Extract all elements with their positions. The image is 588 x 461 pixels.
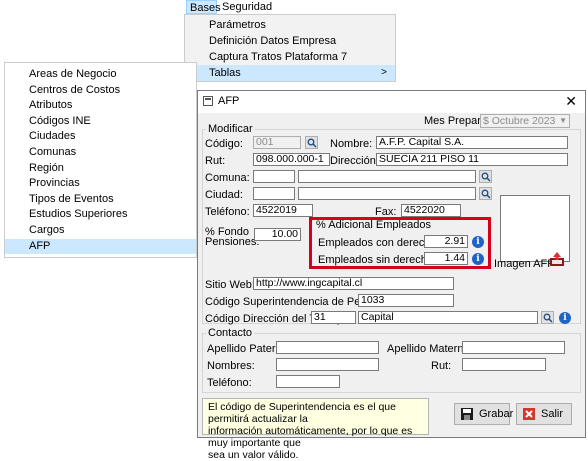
tablas-item-tipos-de-eventos[interactable]: Tipos de Eventos xyxy=(5,192,196,208)
rut-label: Rut: xyxy=(205,155,226,167)
tablas-submenu: Areas de Negocio Centros de Costos Atrib… xyxy=(4,62,197,258)
search-icon xyxy=(307,138,317,148)
exit-icon xyxy=(523,408,535,420)
superintendencia-hint: El código de Superintendencia es el que … xyxy=(202,398,429,461)
close-icon[interactable]: ✕ xyxy=(565,93,577,110)
menu-item-definicion-datos-empresa[interactable]: Definición Datos Empresa xyxy=(185,33,395,49)
hint-line: información automáticamente, por lo que … xyxy=(208,425,413,449)
ciudad-search-button[interactable] xyxy=(479,187,492,200)
contacto-group-title: Contacto xyxy=(206,327,255,339)
codigo-label: Código: xyxy=(205,138,243,150)
comuna-search-button[interactable] xyxy=(479,170,492,183)
contacto-rut-label: Rut: xyxy=(431,360,452,372)
nombres-field[interactable] xyxy=(276,358,379,371)
telefono-field[interactable]: 4522019 xyxy=(253,204,313,217)
ciudad-label: Ciudad: xyxy=(205,189,243,201)
nombre-field[interactable]: A.F.P. Capital S.A. xyxy=(376,136,568,149)
direccion-trabajo-search-button[interactable] xyxy=(541,311,554,324)
grabar-label: Grabar xyxy=(479,408,514,420)
hint-line: El código de Superintendencia es el que … xyxy=(208,401,396,425)
tablas-item-centros-de-costos[interactable]: Centros de Costos xyxy=(5,83,196,99)
tablas-item-ciudades[interactable]: Ciudades xyxy=(5,129,196,145)
tablas-item-estudios-superiores[interactable]: Estudios Superiores xyxy=(5,207,196,223)
nombres-label: Nombres: xyxy=(207,360,255,372)
chevron-down-icon: ▼ xyxy=(559,116,567,125)
ciudad-name-field[interactable] xyxy=(298,187,476,200)
save-icon xyxy=(461,408,473,420)
tablas-item-region[interactable]: Región xyxy=(5,161,196,177)
menu-bar: Bases Seguridad xyxy=(184,0,279,14)
salir-label: Salir xyxy=(541,408,564,420)
tablas-item-provincias[interactable]: Provincias xyxy=(5,176,196,192)
comuna-label: Comuna: xyxy=(205,172,250,184)
afp-dialog: AFP ✕ Mes Preparado $ Octubre 2023 ▼ Mod… xyxy=(197,90,586,461)
contacto-rut-field[interactable] xyxy=(462,358,546,371)
search-icon xyxy=(543,313,553,323)
salir-button[interactable]: Salir xyxy=(516,403,572,425)
tablas-item-afp[interactable]: AFP xyxy=(5,238,196,255)
submenu-arrow-icon: > xyxy=(381,67,387,78)
apellido-paterno-field[interactable] xyxy=(276,341,379,354)
direccion-trabajo-name-field[interactable]: Capital xyxy=(358,311,538,324)
fax-field[interactable]: 4522020 xyxy=(401,204,461,217)
modificar-group-title: Modificar xyxy=(206,123,255,135)
info-icon[interactable]: i xyxy=(559,312,571,324)
window-icon xyxy=(203,96,213,106)
fondo-label-line2: Pensiones: xyxy=(205,236,260,248)
search-icon xyxy=(481,172,491,182)
menu-item-tablas-label: Tablas xyxy=(209,67,241,79)
direccion-field[interactable]: SUECIA 211 PISO 11 xyxy=(376,153,568,166)
upload-image-icon[interactable] xyxy=(549,251,565,267)
menu-item-parametros[interactable]: Parámetros xyxy=(185,17,395,33)
sitio-web-field[interactable]: http://www.ingcapital.cl xyxy=(253,277,454,290)
tablas-item-comunas[interactable]: Comunas xyxy=(5,145,196,161)
menu-item-captura-tratos[interactable]: Captura Tratos Plataforma 7 SOFTLAND xyxy=(185,49,395,79)
apellido-materno-field[interactable] xyxy=(462,341,565,354)
direccion-label: Dirección: xyxy=(330,155,379,167)
direccion-trabajo-code-field[interactable]: 31 xyxy=(311,311,356,324)
superintendencia-field[interactable]: 1033 xyxy=(358,294,454,307)
nombre-label: Nombre: xyxy=(330,138,373,150)
menu-item-tablas[interactable]: Tablas > xyxy=(185,65,395,81)
contacto-telefono-field[interactable] xyxy=(276,375,340,388)
sitio-web-label: Sitio Web: xyxy=(205,279,255,291)
tablas-item-atributos[interactable]: Atributos xyxy=(5,98,196,114)
adicional-empleados-title: % Adicional Empleados xyxy=(316,219,431,231)
sin-derecho-sis-field[interactable]: 1.44 xyxy=(424,252,468,265)
search-icon xyxy=(481,189,491,199)
mes-preparado-value: $ Octubre 2023 xyxy=(483,115,556,127)
dialog-titlebar: AFP ✕ xyxy=(198,91,585,113)
hint-line: sea un valor válido. xyxy=(208,449,299,461)
menu-bases[interactable]: Bases xyxy=(186,0,221,14)
fondo-pensiones-field[interactable]: 10.00 xyxy=(254,228,301,241)
grabar-button[interactable]: Grabar xyxy=(454,403,514,425)
comuna-name-field[interactable] xyxy=(298,170,476,183)
tablas-item-areas-de-negocio[interactable]: Areas de Negocio xyxy=(5,67,196,83)
contacto-telefono-label: Teléfono: xyxy=(207,377,252,389)
telefono-label: Teléfono: xyxy=(205,206,250,218)
con-derecho-sis-field[interactable]: 2.91 xyxy=(424,235,468,248)
ciudad-code-field[interactable] xyxy=(253,187,295,200)
rut-field[interactable]: 098.000.000-1 xyxy=(253,153,330,166)
dialog-title: AFP xyxy=(218,95,240,107)
info-icon[interactable]: i xyxy=(472,236,484,248)
info-icon[interactable]: i xyxy=(472,253,484,265)
menu-seguridad[interactable]: Seguridad xyxy=(219,0,275,14)
comuna-code-field[interactable] xyxy=(253,170,295,183)
tablas-item-codigos-ine[interactable]: Códigos INE xyxy=(5,114,196,130)
tablas-item-cargos[interactable]: Cargos xyxy=(5,223,196,239)
imagen-afp-label: Imagen AFP xyxy=(494,258,555,270)
bases-dropdown: Parámetros Definición Datos Empresa Capt… xyxy=(184,14,396,82)
apellido-materno-label: Apellido Materno: xyxy=(387,343,473,355)
codigo-search-button[interactable] xyxy=(305,136,318,149)
codigo-field[interactable]: 001 xyxy=(253,136,301,149)
mes-preparado-select[interactable]: $ Octubre 2023 ▼ xyxy=(480,114,570,128)
